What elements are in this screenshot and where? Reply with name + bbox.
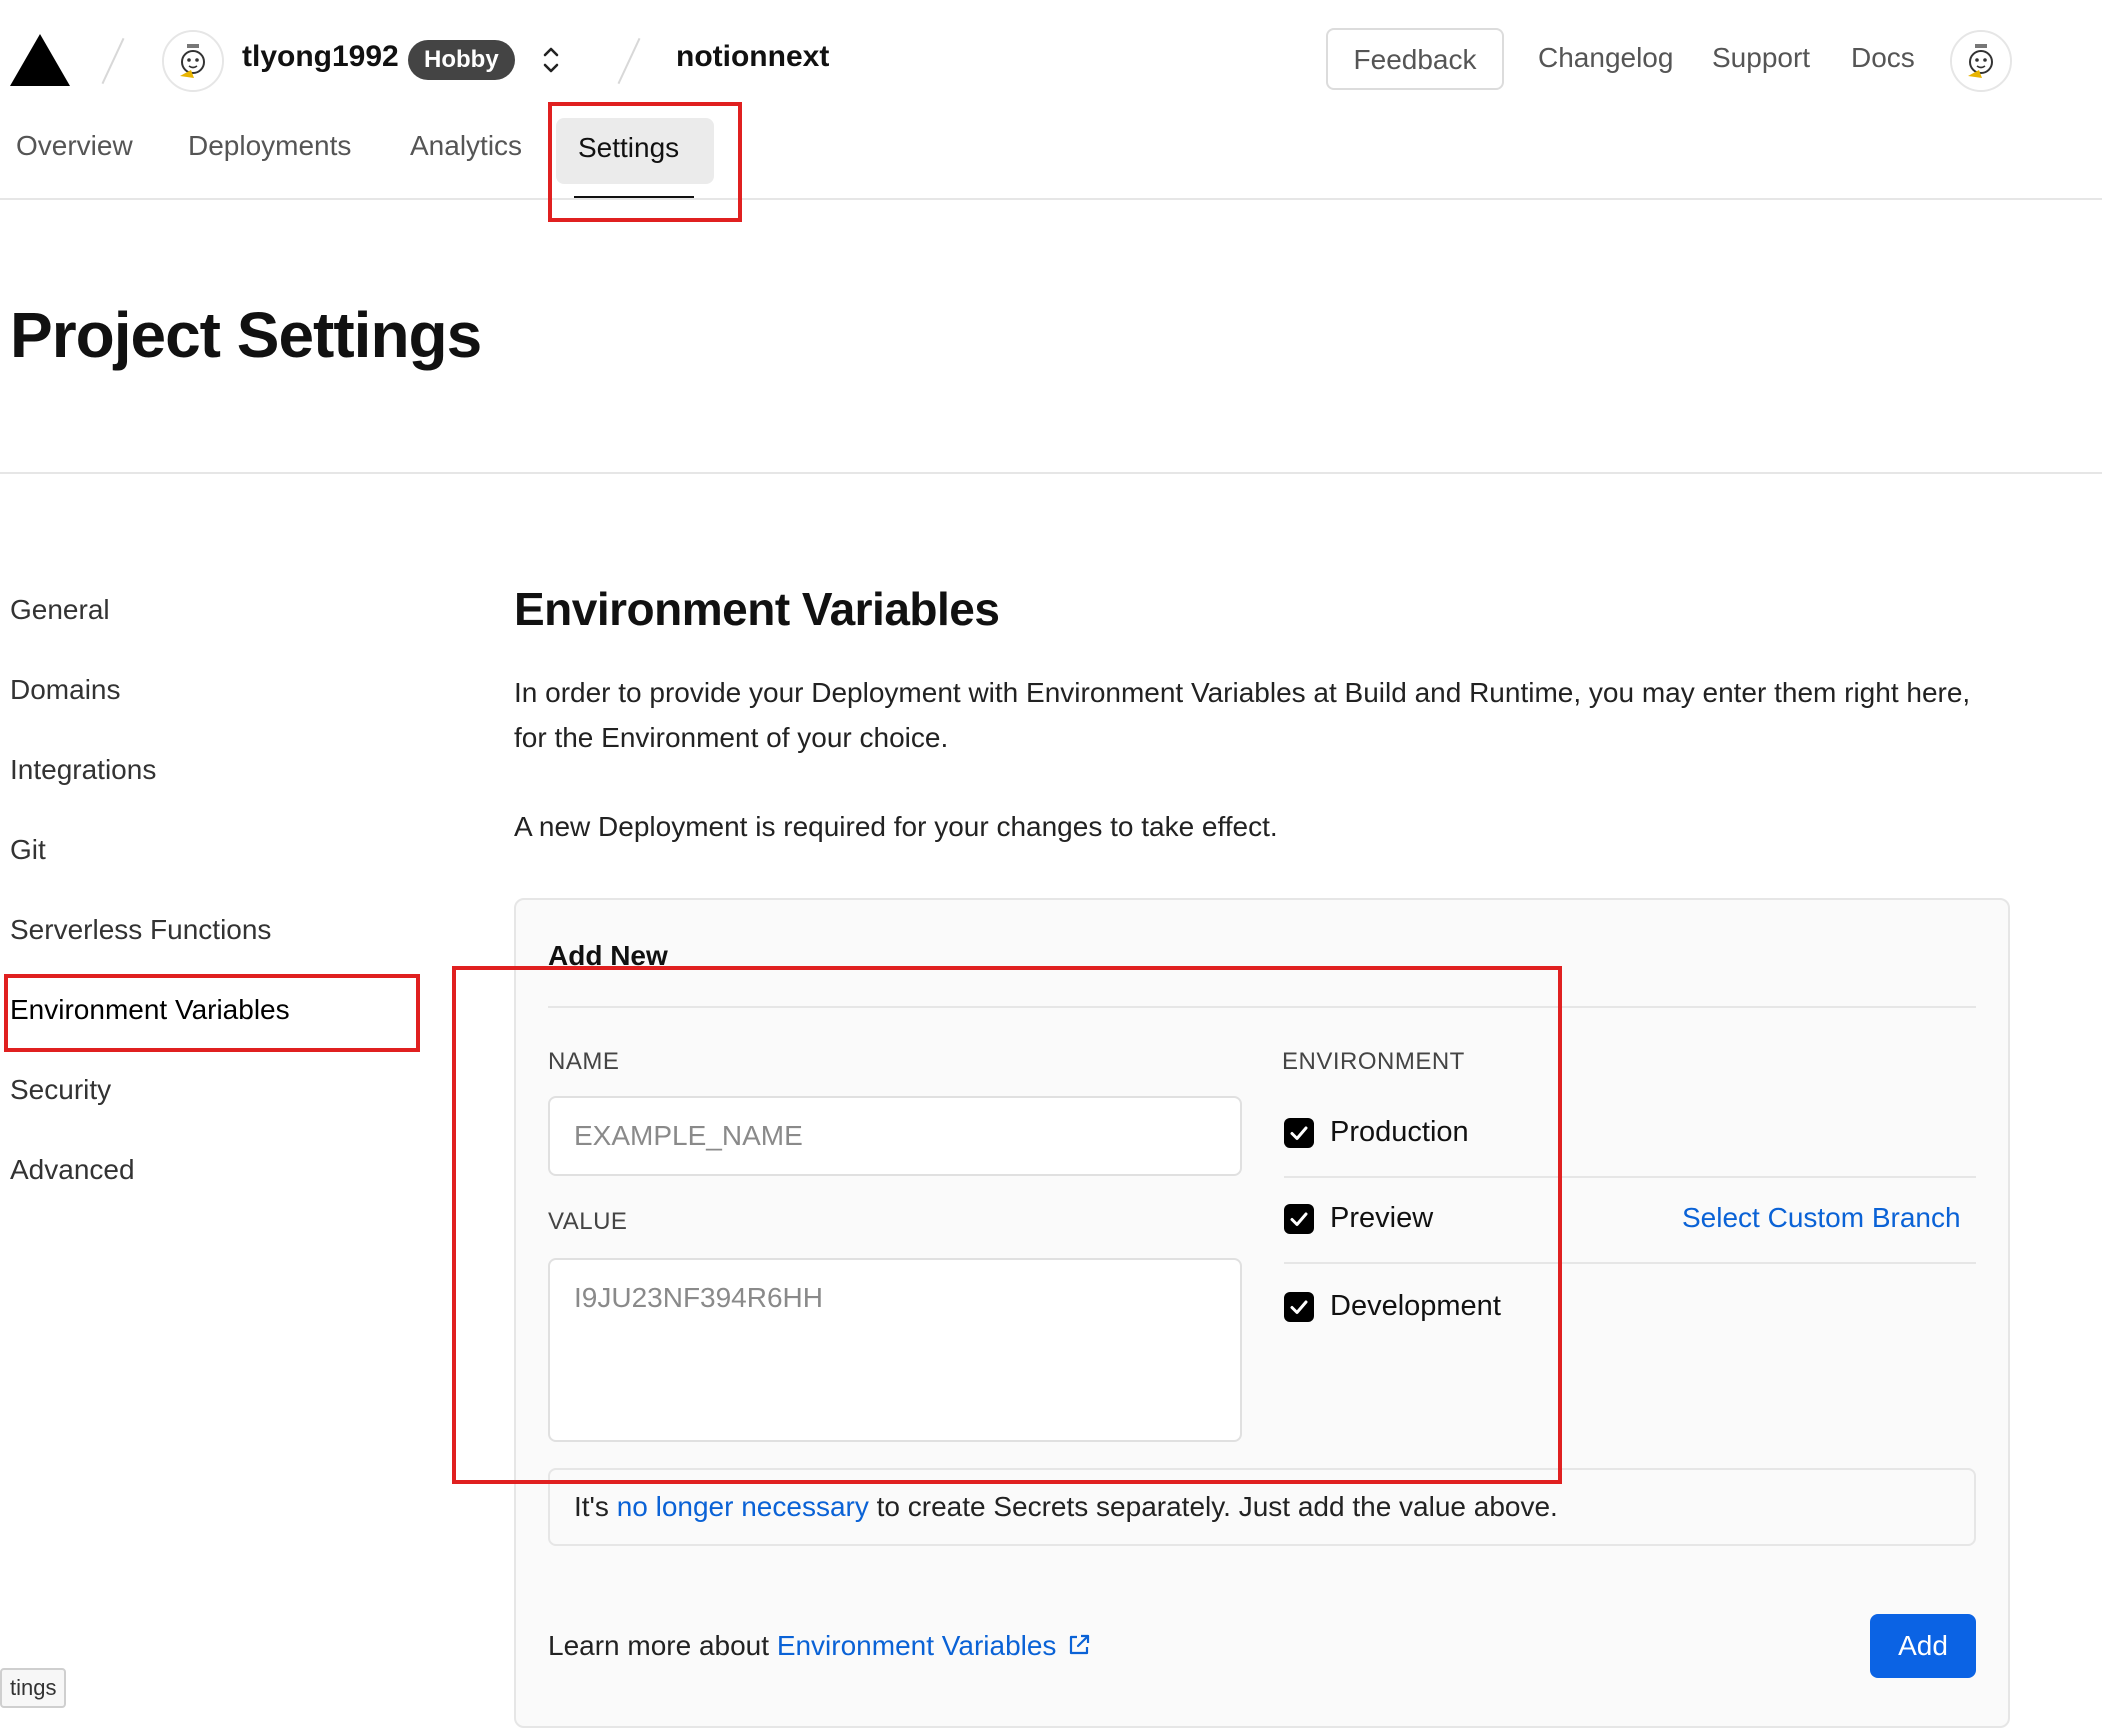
tab-analytics[interactable]: Analytics (410, 130, 522, 162)
chevron-up-down-icon[interactable] (536, 40, 566, 80)
project-name[interactable]: notionnext (676, 40, 829, 74)
docs-link[interactable]: Docs (1851, 42, 1915, 74)
select-custom-branch-link[interactable]: Select Custom Branch (1682, 1202, 1961, 1234)
breadcrumb-separator (617, 37, 641, 85)
header-divider (0, 198, 2102, 200)
section-title: Environment Variables (514, 583, 1000, 635)
changelog-link[interactable]: Changelog (1538, 42, 1673, 74)
learn-more: Learn more about Environment Variables (548, 1630, 1092, 1665)
learn-more-prefix: Learn more about (548, 1630, 777, 1661)
notice-suffix: to create Secrets separately. Just add t… (868, 1491, 1558, 1522)
annotation-box-settings-tab (548, 102, 742, 222)
tooltip: tings (0, 1668, 67, 1708)
title-divider (0, 472, 2102, 474)
redeploy-note: A new Deployment is required for your ch… (514, 811, 1278, 842)
breadcrumb-separator (101, 37, 125, 85)
section-description: In order to provide your Deployment with… (514, 677, 1971, 753)
sidebar-item-advanced[interactable]: Advanced (10, 1154, 135, 1186)
sidebar-item-security[interactable]: Security (10, 1074, 111, 1106)
support-link[interactable]: Support (1712, 42, 1810, 74)
feedback-button[interactable]: Feedback (1326, 28, 1504, 90)
page-title: Project Settings (10, 299, 482, 371)
sidebar-item-integrations[interactable]: Integrations (10, 754, 156, 786)
notice-prefix: It's (574, 1491, 617, 1522)
sidebar-item-git[interactable]: Git (10, 834, 46, 866)
sidebar-item-domains[interactable]: Domains (10, 674, 120, 706)
add-button[interactable]: Add (1870, 1614, 1976, 1678)
environment-variables-docs-link[interactable]: Environment Variables (777, 1630, 1057, 1661)
team-name[interactable]: tlyong1992 (242, 40, 399, 74)
annotation-box-add-form (452, 966, 1562, 1484)
no-longer-necessary-link[interactable]: no longer necessary (617, 1491, 869, 1522)
sidebar-item-serverless-functions[interactable]: Serverless Functions (10, 914, 271, 946)
external-link-icon[interactable] (1066, 1632, 1092, 1665)
tab-overview[interactable]: Overview (16, 130, 133, 162)
tab-deployments[interactable]: Deployments (188, 130, 351, 162)
plan-badge: Hobby (408, 40, 515, 80)
sidebar-item-general[interactable]: General (10, 594, 110, 626)
vercel-logo-icon[interactable] (10, 34, 70, 86)
annotation-box-sidebar-env-vars (4, 974, 420, 1052)
avatar-icon[interactable] (162, 30, 224, 92)
user-avatar-icon[interactable] (1950, 30, 2012, 92)
